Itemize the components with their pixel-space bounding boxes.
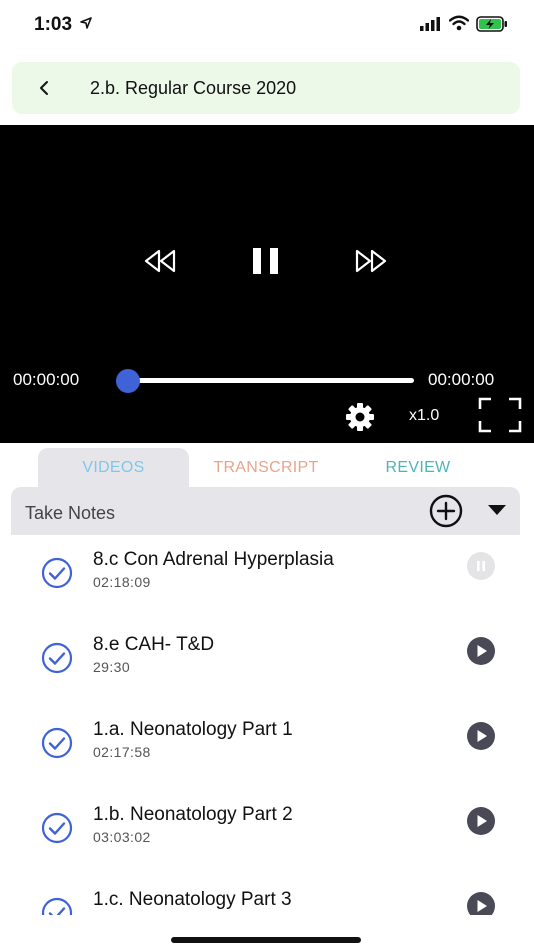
play-video-button[interactable] — [466, 806, 496, 841]
fast-forward-button[interactable] — [354, 247, 388, 280]
play-circle-icon — [467, 722, 495, 750]
pause-circle-icon — [467, 552, 495, 580]
battery-charging-icon — [476, 16, 508, 37]
caret-down-icon — [488, 505, 506, 515]
take-notes-label[interactable]: Take Notes — [25, 503, 115, 524]
total-time: 00:00:00 — [428, 370, 495, 389]
course-header: 2.b. Regular Course 2020 — [12, 62, 520, 114]
seek-thumb[interactable] — [116, 369, 140, 393]
rewind-icon — [144, 249, 176, 273]
play-circle-icon — [467, 807, 495, 835]
location-arrow-icon — [80, 16, 92, 34]
status-bar: 1:03 — [0, 0, 534, 52]
video-title: 8.c Con Adrenal Hyperplasia — [93, 549, 334, 570]
fullscreen-button[interactable] — [478, 397, 522, 438]
play-circle-icon — [467, 637, 495, 665]
pause-video-button[interactable] — [466, 551, 496, 586]
notes-bar: Take Notes — [11, 487, 520, 535]
content-tabs: VIDEOS TRANSCRIPT REVIEW — [0, 448, 534, 488]
video-title: 8.e CAH- T&D — [93, 634, 215, 655]
video-title: 1.b. Neonatology Part 2 — [93, 804, 293, 825]
list-item[interactable]: 1.a. Neonatology Part 1 02:17:58 — [0, 705, 534, 790]
gear-icon — [346, 403, 374, 431]
rewind-button[interactable] — [143, 247, 177, 280]
fast-forward-icon — [355, 249, 387, 273]
play-video-button[interactable] — [466, 891, 496, 915]
check-circle-icon — [41, 897, 73, 915]
tab-transcript[interactable]: TRANSCRIPT — [195, 448, 337, 488]
video-duration: 03:03:02 — [93, 829, 151, 845]
wifi-icon — [448, 15, 470, 36]
fullscreen-icon — [478, 397, 522, 433]
tab-videos[interactable]: VIDEOS — [38, 448, 189, 488]
current-time: 00:00:00 — [13, 370, 80, 389]
playback-speed-button[interactable]: x1.0 — [409, 407, 439, 425]
back-button[interactable] — [32, 76, 56, 100]
video-duration: 02:17:58 — [93, 744, 151, 760]
check-circle-icon — [41, 557, 73, 594]
notes-dropdown-button[interactable] — [487, 503, 507, 521]
video-duration: 29:30 — [93, 659, 131, 675]
video-list: 8.c Con Adrenal Hyperplasia 02:18:09 8.e… — [0, 535, 534, 915]
check-circle-icon — [41, 812, 73, 849]
list-item[interactable]: 8.c Con Adrenal Hyperplasia 02:18:09 — [0, 535, 534, 620]
video-duration: 02:18:09 — [93, 574, 151, 590]
check-circle-icon — [41, 642, 73, 679]
video-title: 1.a. Neonatology Part 1 — [93, 719, 293, 740]
pause-icon — [253, 248, 278, 274]
add-note-button[interactable] — [426, 494, 466, 533]
check-circle-icon — [41, 727, 73, 764]
tab-review[interactable]: REVIEW — [360, 448, 476, 488]
video-player[interactable]: 00:00:00 00:00:00 x1.0 — [0, 125, 534, 443]
play-video-button[interactable] — [466, 636, 496, 671]
play-video-button[interactable] — [466, 721, 496, 756]
signal-icon — [420, 17, 442, 36]
plus-circle-icon — [429, 494, 463, 528]
chevron-left-icon — [40, 81, 48, 95]
list-item[interactable]: 8.e CAH- T&D 29:30 — [0, 620, 534, 705]
list-item[interactable]: 1.b. Neonatology Part 2 03:03:02 — [0, 790, 534, 875]
status-time: 1:03 — [34, 14, 73, 35]
list-item[interactable]: 1.c. Neonatology Part 3 — [0, 875, 534, 915]
home-indicator — [171, 937, 361, 943]
settings-button[interactable] — [344, 401, 376, 438]
play-circle-icon — [467, 892, 495, 915]
seek-bar[interactable] — [118, 378, 414, 383]
page-title: 2.b. Regular Course 2020 — [90, 78, 297, 98]
pause-button[interactable] — [250, 245, 282, 282]
video-title: 1.c. Neonatology Part 3 — [93, 889, 292, 910]
